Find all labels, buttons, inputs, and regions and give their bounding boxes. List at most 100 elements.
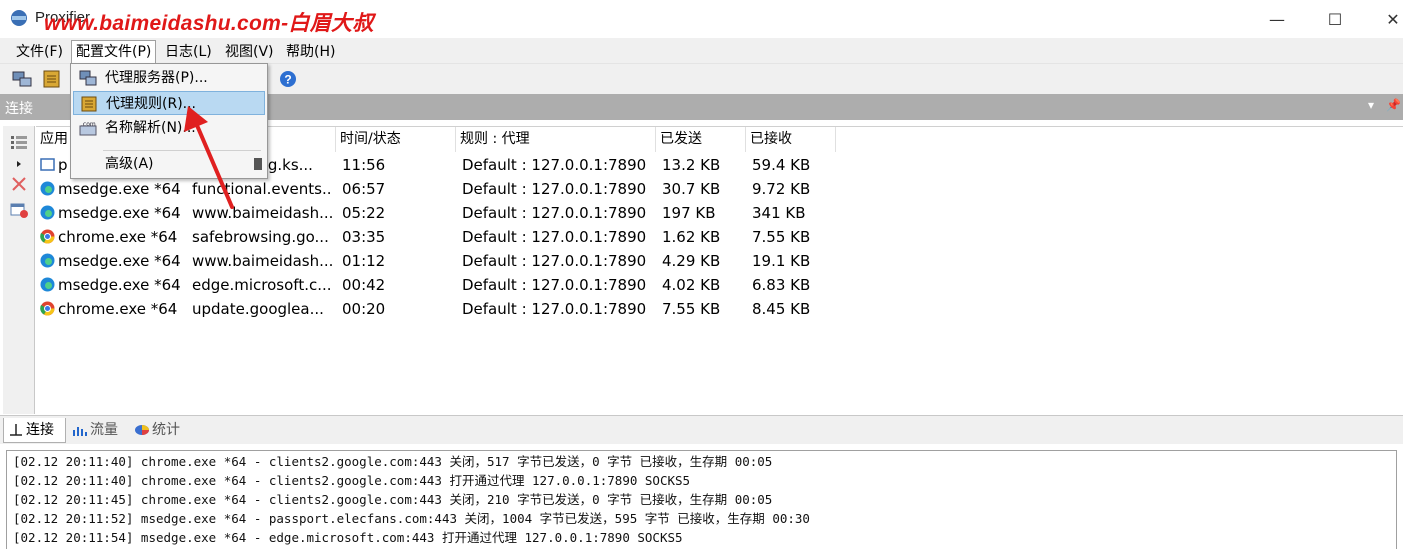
cell-rule: Default : 127.0.0.1:7890 ... <box>462 204 652 222</box>
menu-help[interactable]: 帮助(H) <box>282 41 339 63</box>
table-row[interactable]: chrome.exe *64 safebrowsing.go... 03:35 … <box>36 225 936 249</box>
table-row[interactable]: chrome.exe *64 update.googlea... 00:20 D… <box>36 297 936 321</box>
log-line: [02.12 20:11:45] chrome.exe *64 - client… <box>13 492 773 507</box>
profile-dropdown-menu: 代理服务器(P)... 代理规则(R)... .com 名称解析(N)... 高… <box>70 63 268 179</box>
cell-target: www.baimeidash... <box>192 204 332 222</box>
pin-icon[interactable]: 📌 <box>1386 98 1401 112</box>
cell-sent: 4.29 KB <box>662 252 721 270</box>
close-button[interactable]: ✕ <box>1364 0 1403 38</box>
log-panel[interactable]: [02.12 20:11:40] chrome.exe *64 - client… <box>6 450 1397 549</box>
close-connection-icon[interactable] <box>10 176 28 192</box>
cell-app: msedge.exe *64 <box>58 276 181 294</box>
cell-sent: 1.62 KB <box>662 228 721 246</box>
menu-file[interactable]: 文件(F) <box>12 41 67 63</box>
minimize-button[interactable]: — <box>1248 0 1306 38</box>
cell-app: msedge.exe *64 <box>58 204 181 222</box>
cell-received: 6.83 KB <box>752 276 811 294</box>
log-line: [02.12 20:11:52] msedge.exe *64 - passpo… <box>13 511 810 526</box>
dock-menu-icon[interactable]: ▾ <box>1368 98 1374 112</box>
cell-sent: 7.55 KB <box>662 300 721 318</box>
cell-app: msedge.exe *64 <box>58 252 181 270</box>
panel-title: 连接 <box>5 101 33 117</box>
cell-received: 59.4 KB <box>752 156 811 174</box>
cell-time: 01:12 <box>342 252 386 270</box>
proxy-rules-icon[interactable] <box>42 70 62 88</box>
cell-rule: Default : 127.0.0.1:7890 ... <box>462 180 652 198</box>
log-line: [02.12 20:11:40] chrome.exe *64 - client… <box>13 454 773 469</box>
cell-app: chrome.exe *64 <box>58 228 178 246</box>
column-header-sent[interactable]: 已发送 <box>656 127 746 152</box>
menu-item-proxy-servers[interactable]: 代理服务器(P)... <box>73 66 265 90</box>
svg-text:?: ? <box>284 73 291 87</box>
window-close-icon[interactable] <box>10 202 28 218</box>
title-bar: Proxifier www.baimeidashu.com-白眉大叔 — ☐ ✕ <box>0 0 1403 38</box>
cell-time: 06:57 <box>342 180 386 198</box>
cell-target: www.baimeidash... <box>192 252 332 270</box>
cell-received: 19.1 KB <box>752 252 811 270</box>
log-line: [02.12 20:11:54] msedge.exe *64 - edge.m… <box>13 530 683 545</box>
menu-item-proxy-rules[interactable]: 代理规则(R)... <box>73 91 265 115</box>
bottom-tab-bar: 连接 流量 统计 <box>0 415 1403 444</box>
list-view-icon[interactable] <box>10 134 28 150</box>
expand-arrow-icon[interactable] <box>10 156 28 172</box>
cell-time: 05:22 <box>342 204 386 222</box>
table-row[interactable]: msedge.exe *64 edge.microsoft.c... 00:42… <box>36 273 936 297</box>
name-resolution-icon: .com <box>79 121 97 136</box>
cell-target: edge.microsoft.c... <box>192 276 332 294</box>
table-row[interactable]: msedge.exe *64 functional.events... 06:5… <box>36 177 936 201</box>
cell-received: 9.72 KB <box>752 180 811 198</box>
cell-sent: 4.02 KB <box>662 276 721 294</box>
log-line: [02.12 20:11:40] chrome.exe *64 - client… <box>13 473 691 488</box>
menu-item-name-resolution[interactable]: .com 名称解析(N)... <box>73 116 265 140</box>
cell-rule: Default : 127.0.0.1:7890 ... <box>462 300 652 318</box>
table-row[interactable]: msedge.exe *64 www.baimeidash... 05:22 D… <box>36 201 936 225</box>
cell-received: 7.55 KB <box>752 228 811 246</box>
menu-item-label: 高级(A) <box>105 156 154 172</box>
connections-icon <box>10 424 22 436</box>
side-toolbar <box>3 126 35 414</box>
cell-app: msedge.exe *64 <box>58 180 181 198</box>
cell-time: 00:20 <box>342 300 386 318</box>
cell-rule: Default : 127.0.0.1:7890 ... <box>462 156 652 174</box>
table-row[interactable]: msedge.exe *64 www.baimeidash... 01:12 D… <box>36 249 936 273</box>
cell-sent: 197 KB <box>662 204 716 222</box>
cell-rule: Default : 127.0.0.1:7890 ... <box>462 276 652 294</box>
menu-bar: 文件(F) 配置文件(P) 日志(L) 视图(V) 帮助(H) <box>0 38 1403 64</box>
cell-received: 8.45 KB <box>752 300 811 318</box>
cell-rule: Default : 127.0.0.1:7890 ... <box>462 228 652 246</box>
cell-time: 03:35 <box>342 228 386 246</box>
tab-traffic[interactable]: 流量 <box>68 418 128 443</box>
submenu-arrow-icon <box>254 158 262 170</box>
cell-rule: Default : 127.0.0.1:7890 ... <box>462 252 652 270</box>
menu-item-advanced[interactable]: 高级(A) <box>73 152 265 176</box>
tab-statistics[interactable]: 统计 <box>130 418 190 443</box>
proxy-servers-icon[interactable] <box>12 70 32 88</box>
column-header-received[interactable]: 已接收 <box>746 127 836 152</box>
maximize-button[interactable]: ☐ <box>1306 0 1364 38</box>
menu-item-label: 代理规则(R)... <box>106 96 197 112</box>
help-icon[interactable]: ? <box>278 70 298 88</box>
cell-received: 341 KB <box>752 204 806 222</box>
tab-label: 连接 <box>26 422 54 438</box>
cell-sent: 13.2 KB <box>662 156 721 174</box>
watermark-text: www.baimeidashu.com-白眉大叔 <box>44 12 374 35</box>
cell-target: safebrowsing.go... <box>192 228 329 246</box>
traffic-icon <box>73 427 87 436</box>
tab-label: 流量 <box>90 422 118 438</box>
column-header-time[interactable]: 时间/状态 <box>336 127 456 152</box>
menu-log[interactable]: 日志(L) <box>161 41 216 63</box>
menu-item-label: 代理服务器(P)... <box>105 70 208 86</box>
column-header-rule[interactable]: 规则 : 代理 <box>456 127 656 152</box>
menu-profile[interactable]: 配置文件(P) <box>71 40 157 64</box>
proxy-rules-icon <box>81 96 97 112</box>
tab-connections[interactable]: 连接 <box>3 418 66 443</box>
menu-separator <box>103 150 261 151</box>
cell-app: chrome.exe *64 <box>58 300 178 318</box>
proxy-servers-icon <box>79 70 97 86</box>
menu-view[interactable]: 视图(V) <box>221 41 278 63</box>
svg-text:.com: .com <box>81 121 96 128</box>
cell-time: 11:56 <box>342 156 386 174</box>
tab-label: 统计 <box>152 422 180 438</box>
statistics-icon <box>135 425 149 435</box>
proxifier-app-icon <box>11 10 27 26</box>
